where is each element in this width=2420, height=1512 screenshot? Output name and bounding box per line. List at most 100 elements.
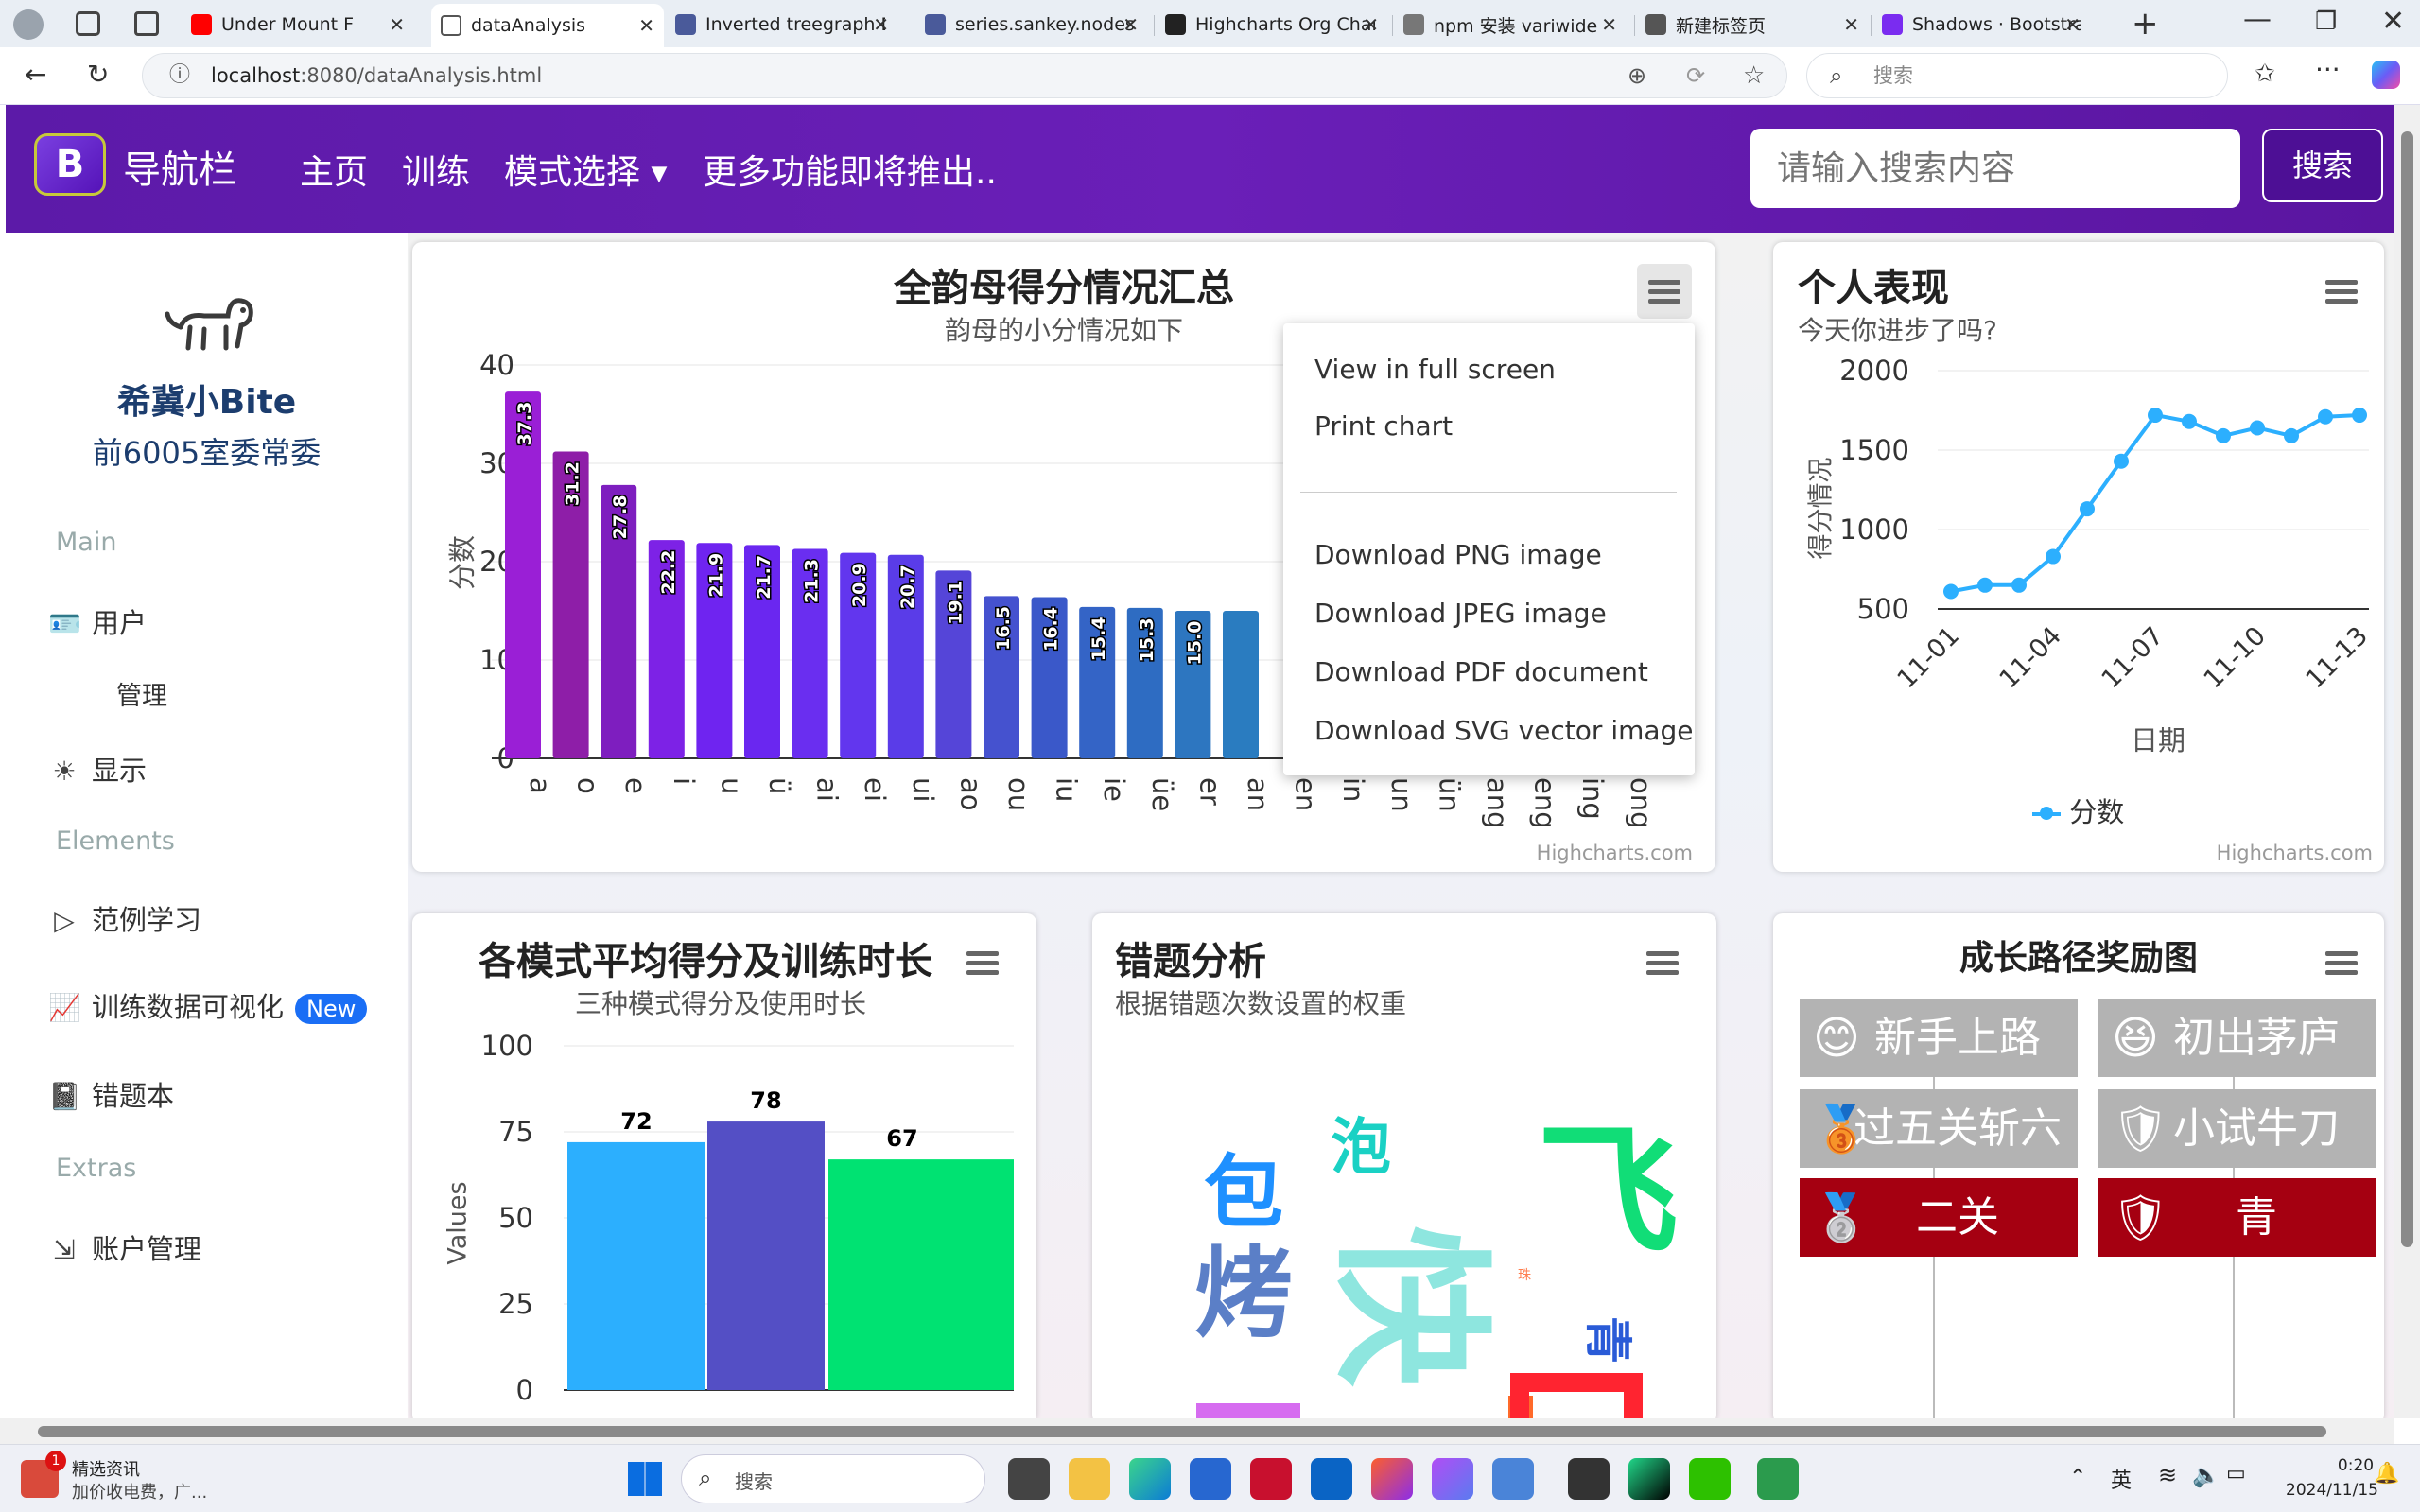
data-point[interactable] [2318, 408, 2333, 425]
refresh-icon[interactable]: ↻ [87, 61, 109, 88]
sidebar-item-examples[interactable]: ▷ 范例学习 [48, 898, 201, 938]
data-point[interactable] [2250, 420, 2265, 436]
data-point[interactable] [2352, 408, 2367, 424]
tab-close-icon[interactable]: ✕ [1601, 13, 1617, 36]
store-icon[interactable] [1190, 1458, 1231, 1500]
copilot-icon[interactable] [2372, 61, 2400, 89]
terminal-icon[interactable] [1568, 1458, 1610, 1500]
data-point[interactable] [2114, 453, 2129, 469]
favorite-star-icon[interactable]: ☆ [1743, 54, 1765, 97]
news-widget[interactable]: 1 精选资讯 加价收电费，广... [21, 1451, 238, 1503]
word-cloud-word[interactable]: 包 [1204, 1129, 1283, 1243]
browser-tab[interactable]: series.sankey.nodes | ✕ [915, 6, 1148, 43]
menu-jpeg[interactable]: Download JPEG image [1314, 598, 1607, 629]
chart-menu-button[interactable] [2314, 935, 2369, 990]
data-point[interactable] [1977, 577, 1993, 593]
favorites-icon[interactable]: ✩ [2255, 61, 2275, 86]
url-field[interactable]: ⓘ localhost:8080/dataAnalysis.html ⊕ ⟳ ☆ [142, 53, 1787, 98]
scroll-thumb[interactable] [38, 1426, 2326, 1437]
legend-item[interactable]: 分数 [2032, 791, 2124, 830]
nav-more[interactable]: 更多功能即将推出.. [703, 145, 997, 194]
sidebar-item-visualize[interactable]: 📈 训练数据可视化 New [48, 985, 368, 1025]
sidebar-item-mistakes[interactable]: 📓 错题本 [48, 1074, 174, 1114]
brand-logo[interactable]: B [34, 133, 106, 196]
chart-menu-button[interactable] [1635, 935, 1690, 990]
notepad-icon[interactable] [1492, 1458, 1534, 1500]
battery-icon[interactable]: ▭ [2226, 1462, 2246, 1486]
reward-node[interactable]: 😊 新手上路 [1800, 999, 2078, 1077]
menu-pdf[interactable]: Download PDF document [1314, 656, 1648, 687]
tab-close-icon[interactable]: ✕ [2064, 13, 2081, 36]
word-cloud-word[interactable]: 珠 [1518, 1265, 1531, 1284]
browser-tab[interactable]: Inverted treegraph D ✕ [666, 6, 898, 43]
browser-search-field[interactable]: ⌕ 搜索 [1806, 53, 2228, 98]
tab-close-icon[interactable]: ✕ [638, 14, 654, 37]
mcafee-icon[interactable] [1250, 1458, 1292, 1500]
intellij-icon[interactable] [1371, 1458, 1413, 1500]
input-language[interactable]: 英 [2111, 1464, 2132, 1494]
sidebar-item-display[interactable]: ☀ 显示 [48, 749, 147, 789]
browser-tab[interactable]: Under Mount F ✕ [182, 6, 414, 43]
profile-icon[interactable] [13, 9, 44, 40]
nav-home[interactable]: 主页 [300, 145, 368, 194]
tab-close-icon[interactable]: ✕ [873, 13, 889, 36]
data-point[interactable] [1943, 583, 1959, 600]
reward-node[interactable]: 🛡 青 [2098, 1178, 2376, 1257]
sidebar-item-user-manage[interactable]: 管理 [116, 675, 167, 712]
windows-start-icon[interactable] [628, 1462, 662, 1496]
reward-node[interactable]: 🛡 小试牛刀 [2098, 1089, 2376, 1168]
vertical-tabs-icon[interactable] [134, 11, 159, 36]
task-view-icon[interactable] [1008, 1458, 1050, 1500]
series-line[interactable] [1950, 412, 2360, 594]
pycharm-icon[interactable] [1628, 1458, 1670, 1500]
bar[interactable] [1223, 611, 1259, 758]
browser-tab[interactable]: Shadows · Bootstrap ✕ [1872, 6, 2090, 43]
read-aloud-icon[interactable]: ⟳ [1686, 54, 1705, 97]
word-cloud-word[interactable]: 飞 [1537, 1121, 1679, 1263]
site-search-input[interactable] [1750, 129, 2240, 208]
menu-print[interactable]: Print chart [1314, 410, 1453, 442]
word-cloud-word[interactable]: 泡 [1331, 1099, 1391, 1186]
minimize-button[interactable]: — [2243, 6, 2272, 34]
collections-icon[interactable] [76, 11, 100, 36]
browser-tab[interactable]: dataAnalysis ✕ [431, 4, 664, 47]
nav-train[interactable]: 训练 [402, 145, 470, 194]
wifi-icon[interactable]: ≋ [2158, 1462, 2177, 1488]
site-search-button[interactable]: 搜索 [2262, 129, 2383, 202]
tab-close-icon[interactable]: ✕ [389, 13, 405, 36]
word-cloud-word[interactable]: 烤 [1194, 1244, 1293, 1343]
tab-close-icon[interactable]: ✕ [1843, 13, 1859, 36]
reward-node[interactable]: 🥉过五关斩六将 [1800, 1089, 2078, 1168]
new-tab-button[interactable]: + [2132, 8, 2159, 40]
word-cloud-word[interactable]: 快 [1315, 1225, 1503, 1386]
wechat-icon[interactable] [1689, 1458, 1731, 1500]
nav-mode-select[interactable]: 模式选择 ▼ [504, 145, 667, 194]
file-explorer-icon[interactable] [1069, 1458, 1110, 1500]
horizontal-scrollbar[interactable] [0, 1418, 2394, 1444]
edge-icon[interactable] [1129, 1458, 1171, 1500]
menu-png[interactable]: Download PNG image [1314, 539, 1602, 570]
browser-tab[interactable]: npm 安装 variwide ✕ [1394, 6, 1627, 43]
browser-tab[interactable]: Highcharts Org Char ✕ [1156, 6, 1388, 43]
reward-node[interactable]: 😆 初出茅庐 [2098, 999, 2376, 1077]
data-point[interactable] [2011, 577, 2027, 593]
scroll-thumb[interactable] [2401, 131, 2413, 1247]
brand-text[interactable]: 导航栏 [123, 139, 236, 194]
phone-link-icon[interactable] [1757, 1458, 1799, 1500]
menu-fullscreen[interactable]: View in full screen [1314, 354, 1556, 385]
close-window-button[interactable]: ✕ [2381, 8, 2405, 36]
personal-chart-credits[interactable]: Highcharts.com [2217, 842, 2373, 864]
site-info-icon[interactable]: ⓘ [169, 54, 190, 97]
tray-expand-icon[interactable]: ⌃ [2069, 1466, 2086, 1489]
volume-icon[interactable]: 🔈 [2192, 1462, 2220, 1488]
tab-close-icon[interactable]: ✕ [1123, 13, 1139, 36]
word-cloud-word[interactable]: 青 [1580, 1316, 1635, 1364]
notification-icon[interactable]: 🔔 [2374, 1462, 2399, 1486]
data-point[interactable] [2182, 413, 2197, 429]
reward-node[interactable]: 🥈 二关 [1800, 1178, 2078, 1257]
tab-close-icon[interactable]: ✕ [1363, 13, 1379, 36]
sidebar-item-user[interactable]: 🪪 用户 [48, 601, 147, 641]
data-point[interactable] [2148, 408, 2163, 424]
menu-svg[interactable]: Download SVG vector image [1314, 715, 1694, 746]
bar[interactable] [828, 1159, 1014, 1390]
